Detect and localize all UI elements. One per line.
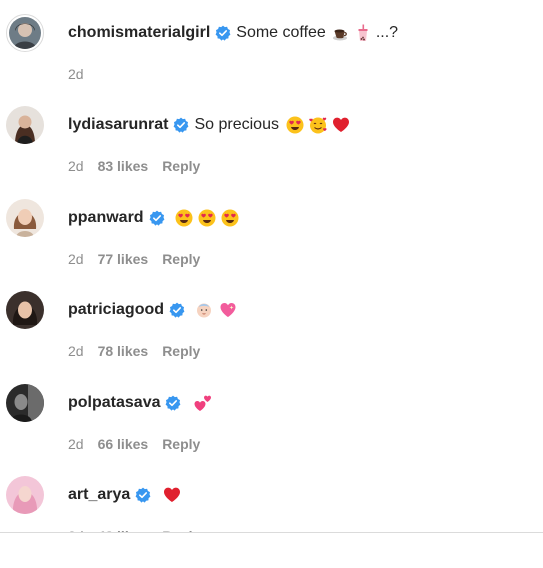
comment-meta: 2d 77 likes Reply	[68, 250, 200, 268]
comment-line: patriciagood	[68, 298, 237, 322]
avatar[interactable]	[6, 291, 44, 329]
comment-line: polpatasava	[68, 391, 212, 415]
timestamp[interactable]: 2d	[68, 66, 84, 82]
verified-badge-icon	[215, 25, 231, 41]
likes-count[interactable]: 83 likes	[98, 158, 149, 174]
red-heart-icon	[332, 116, 350, 134]
comment-item: chomismaterialgirl Some coffee ...? 2d	[0, 14, 543, 106]
verified-badge-icon	[165, 395, 181, 411]
heart-eyes-emoji-icon	[198, 209, 216, 227]
timestamp[interactable]: 2d	[68, 436, 84, 452]
comment-text: So precious	[194, 116, 279, 133]
comment-meta: 2d 83 likes Reply	[68, 157, 200, 175]
verified-badge-icon	[149, 210, 165, 226]
comment-item: patriciagood 2d 78 likes Reply	[0, 291, 543, 383]
comment-meta: 2d	[68, 65, 98, 83]
reply-button[interactable]: Reply	[162, 251, 200, 267]
comment-item: lydiasarunrat So precious 2d 83 likes Re…	[0, 106, 543, 198]
timestamp[interactable]: 2d	[68, 158, 84, 174]
avatar-image	[9, 17, 41, 49]
avatar[interactable]	[6, 14, 44, 52]
avatar[interactable]	[6, 199, 44, 237]
comment-item: ppanward 2d 77 likes Reply	[0, 199, 543, 291]
likes-count[interactable]: 77 likes	[98, 251, 149, 267]
comment-line: art_arya	[68, 483, 181, 507]
avatar[interactable]	[6, 476, 44, 514]
verified-badge-icon	[169, 302, 185, 318]
smiling-face-with-hearts-icon	[309, 116, 327, 134]
username-link[interactable]: lydiasarunrat	[68, 113, 168, 137]
verified-badge-icon	[135, 487, 151, 503]
comment-meta: 2d 78 likes Reply	[68, 342, 200, 360]
username-link[interactable]: polpatasava	[68, 391, 160, 415]
username-link[interactable]: chomismaterialgirl	[68, 21, 210, 45]
baby-icon	[195, 301, 213, 319]
comment-line: lydiasarunrat So precious	[68, 113, 350, 137]
username-link[interactable]: art_arya	[68, 483, 130, 507]
comment-text: Some coffee	[236, 24, 326, 41]
avatar-image	[6, 291, 44, 329]
comment-item: polpatasava 2d 66 likes Reply	[0, 384, 543, 476]
heart-eyes-emoji-icon	[286, 116, 304, 134]
timestamp[interactable]: 2d	[68, 343, 84, 359]
avatar[interactable]	[6, 384, 44, 422]
comment-text-suffix: ...?	[375, 24, 399, 41]
reply-button[interactable]: Reply	[162, 436, 200, 452]
avatar[interactable]	[6, 106, 44, 144]
comment-input-area-edge	[0, 533, 543, 546]
coffee-cup-icon	[331, 24, 349, 42]
two-hearts-icon	[194, 394, 212, 412]
heart-eyes-emoji-icon	[175, 209, 193, 227]
username-link[interactable]: ppanward	[68, 206, 144, 230]
sparkling-heart-icon	[219, 301, 237, 319]
avatar-image	[6, 476, 44, 514]
verified-badge-icon	[173, 117, 189, 133]
avatar-image	[6, 199, 44, 237]
comment-meta: 2d 66 likes Reply	[68, 435, 200, 453]
comment-line: chomismaterialgirl Some coffee ...?	[68, 21, 398, 45]
comment-line: ppanward	[68, 206, 239, 230]
bubble-tea-icon	[354, 24, 372, 42]
likes-count[interactable]: 66 likes	[98, 436, 149, 452]
avatar-image	[6, 384, 44, 422]
red-heart-icon	[163, 486, 181, 504]
comment-item: art_arya 2d 48 likes Reply	[0, 476, 543, 568]
timestamp[interactable]: 2d	[68, 251, 84, 267]
avatar-image	[6, 106, 44, 144]
username-link[interactable]: patriciagood	[68, 298, 164, 322]
reply-button[interactable]: Reply	[162, 158, 200, 174]
reply-button[interactable]: Reply	[162, 343, 200, 359]
likes-count[interactable]: 78 likes	[98, 343, 149, 359]
heart-eyes-emoji-icon	[221, 209, 239, 227]
